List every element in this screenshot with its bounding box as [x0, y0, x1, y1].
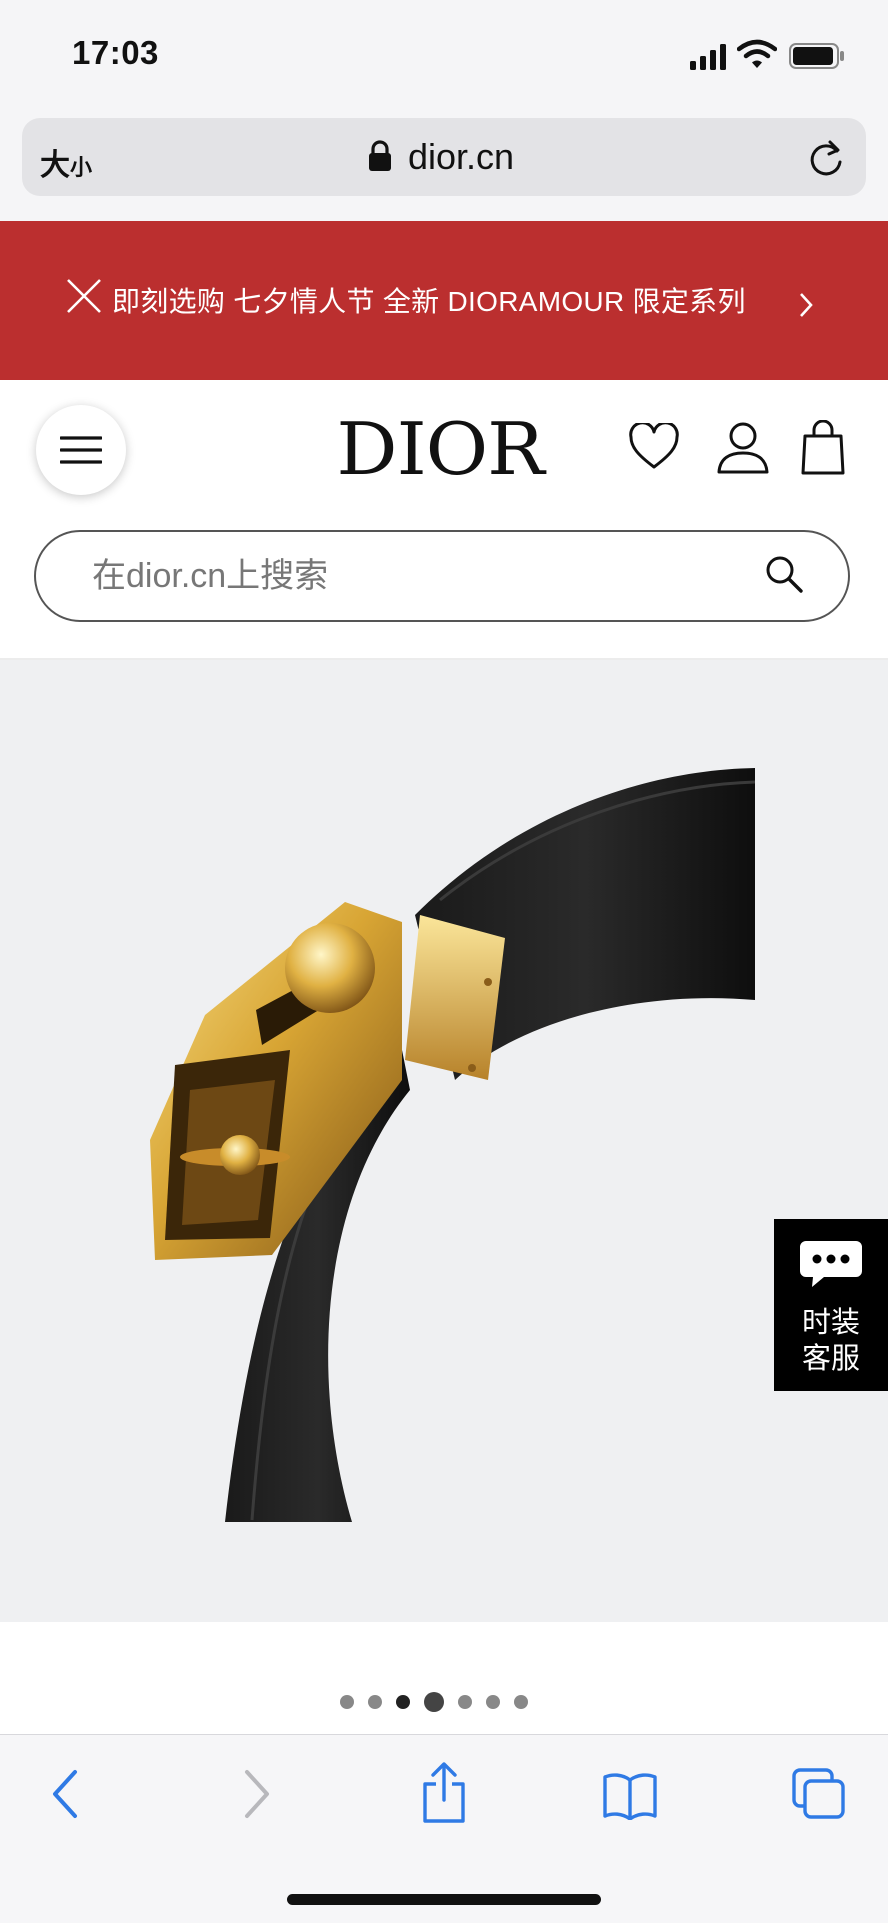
url-text[interactable]: dior.cn	[408, 136, 514, 178]
battery-icon	[789, 43, 844, 69]
forward-icon[interactable]	[242, 1768, 272, 1820]
chat-label-line1: 时装	[801, 1307, 860, 1339]
carousel-dot[interactable]	[424, 1692, 444, 1712]
status-time: 17:03	[72, 34, 159, 71]
text-size-label-big: 大	[40, 149, 70, 182]
tabs-icon[interactable]	[792, 1768, 846, 1820]
bookmarks-icon[interactable]	[602, 1772, 658, 1820]
home-indicator	[287, 1894, 601, 1905]
carousel-pagination	[340, 1690, 550, 1714]
carousel-dot[interactable]	[340, 1695, 354, 1709]
chat-bubble-icon	[800, 1241, 862, 1287]
chat-label-line2: 客服	[801, 1343, 860, 1375]
search-input[interactable]	[92, 552, 732, 600]
cellular-signal-icon	[690, 44, 726, 70]
shopping-bag-icon[interactable]	[800, 420, 846, 476]
back-icon[interactable]	[50, 1768, 80, 1820]
wishlist-heart-icon[interactable]	[628, 423, 680, 471]
text-size-button[interactable]: 大小	[40, 140, 92, 184]
carousel-dot[interactable]	[514, 1695, 528, 1709]
account-icon[interactable]	[716, 421, 770, 475]
brand-logo[interactable]: DIOR	[323, 407, 556, 491]
carousel-dot[interactable]	[396, 1695, 410, 1709]
lock-icon	[369, 140, 391, 171]
carousel-dot[interactable]	[458, 1695, 472, 1709]
menu-button[interactable]	[36, 405, 126, 495]
wifi-icon	[737, 39, 777, 68]
close-icon[interactable]	[66, 278, 102, 314]
promo-text[interactable]: 即刻选购 七夕情人节 全新 DIORAMOUR 限定系列	[112, 280, 746, 320]
hamburger-menu-icon	[60, 436, 102, 464]
share-icon[interactable]	[420, 1762, 468, 1824]
reload-icon[interactable]	[806, 138, 846, 180]
search-icon[interactable]	[764, 554, 804, 594]
belt-buckle-product-image[interactable]	[0, 660, 888, 1622]
customer-service-chat-button[interactable]: 时装 客服	[774, 1219, 888, 1391]
product-image-gallery[interactable]	[0, 660, 888, 1622]
chat-label: 时装 客服	[774, 1305, 888, 1377]
carousel-dot[interactable]	[486, 1695, 500, 1709]
carousel-dot[interactable]	[368, 1695, 382, 1709]
text-size-label-small: 小	[70, 155, 93, 180]
chevron-right-icon[interactable]	[798, 291, 814, 319]
